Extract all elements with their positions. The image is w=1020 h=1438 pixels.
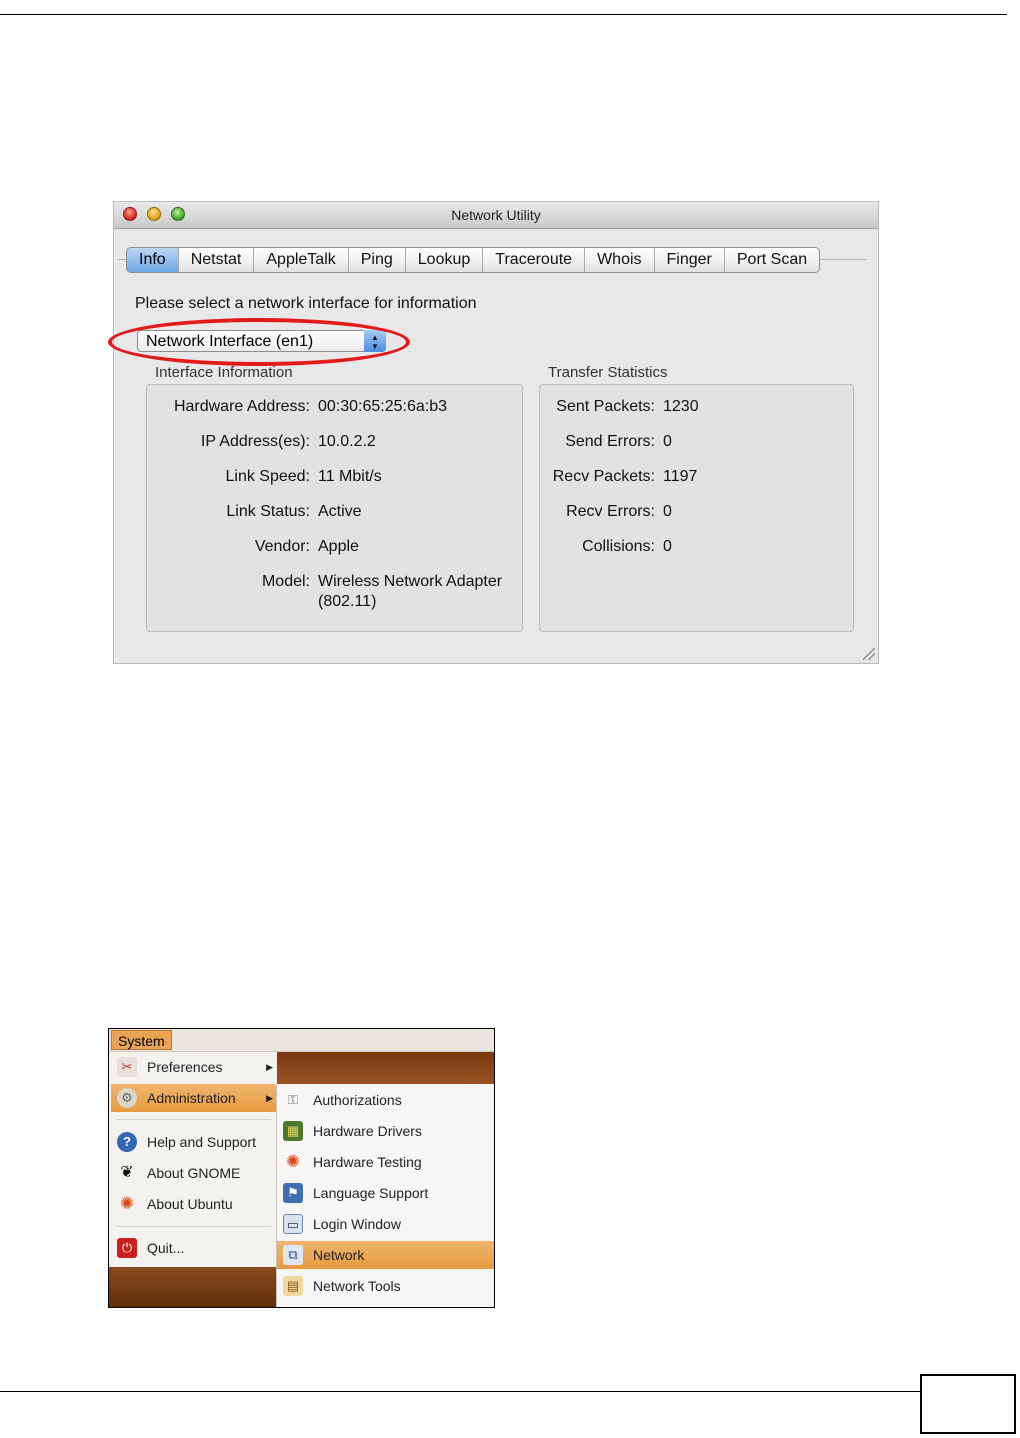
transfer-stats-title: Transfer Statistics <box>548 364 668 381</box>
menu-separator <box>117 1119 271 1120</box>
row-value-line2: (802.11) <box>318 593 377 610</box>
row-value: 1230 <box>663 398 699 415</box>
ubuntu-logo-icon: ✺ <box>119 1194 135 1213</box>
submenu-arrow-icon: ▶ <box>266 1062 273 1072</box>
row-value: 00:30:65:25:6a:b3 <box>318 398 448 415</box>
row-value: 10.0.2.2 <box>318 433 376 450</box>
menu-item-about-ubuntu[interactable]: ✺ About Ubuntu <box>111 1190 277 1218</box>
row-label: Link Speed: <box>225 468 310 485</box>
row-label: Vendor: <box>254 538 310 555</box>
menu-item-login-window[interactable]: ▭ Login Window <box>277 1210 494 1238</box>
network-tools-icon: ▤ <box>283 1276 303 1296</box>
menu-item-label: Hardware Testing <box>313 1154 422 1170</box>
row-label: IP Address(es): <box>200 433 310 450</box>
tab-info[interactable]: Info <box>127 248 179 272</box>
administration-icon: ⚙ <box>117 1088 137 1108</box>
ubuntu-system-menu: System ✂ Preferences ▶ ⚙ Administration … <box>108 1028 495 1308</box>
menu-item-language-support[interactable]: ⚑ Language Support <box>277 1179 494 1207</box>
menu-item-label: About GNOME <box>147 1165 241 1181</box>
administration-submenu: ⚿ Authorizations ▦ Hardware Drivers ✺ Ha… <box>276 1084 494 1307</box>
tab-traceroute[interactable]: Traceroute <box>483 248 586 272</box>
row-value: 0 <box>663 538 672 555</box>
menu-item-label: Network <box>313 1247 365 1263</box>
page-number-box <box>920 1374 1016 1434</box>
interface-info-title: Interface Information <box>155 364 293 381</box>
footer-rule <box>0 1391 920 1392</box>
row-label: Model: <box>261 573 310 590</box>
tab-finger[interactable]: Finger <box>655 248 725 272</box>
preferences-icon: ✂ <box>117 1057 137 1077</box>
menu-item-help-and-support[interactable]: ? Help and Support <box>111 1128 277 1156</box>
menu-item-label: About Ubuntu <box>147 1196 233 1212</box>
tab-lookup[interactable]: Lookup <box>406 248 484 272</box>
tab-port-scan[interactable]: Port Scan <box>725 248 819 272</box>
menu-item-quit[interactable]: ⏻ Quit... <box>111 1234 277 1262</box>
menu-item-label: Network Tools <box>313 1278 401 1294</box>
help-icon: ? <box>117 1132 137 1152</box>
desktop-background <box>277 1052 494 1084</box>
desktop-background-bottom <box>109 1267 277 1307</box>
interface-prompt: Please select a network interface for in… <box>135 295 477 312</box>
power-icon: ⏻ <box>117 1238 137 1258</box>
menu-item-label: Preferences <box>147 1059 223 1075</box>
keys-icon: ⚿ <box>288 1092 298 1107</box>
gnome-panel: System <box>109 1029 494 1052</box>
tab-ping[interactable]: Ping <box>349 248 406 272</box>
menu-item-label: Help and Support <box>147 1134 256 1150</box>
tab-netstat[interactable]: Netstat <box>179 248 255 272</box>
row-value: Wireless Network Adapter <box>318 573 503 590</box>
menu-item-label: Login Window <box>313 1216 401 1232</box>
system-menu-button[interactable]: System <box>111 1030 172 1050</box>
resize-grip-icon[interactable] <box>863 648 875 660</box>
title-bar: Network Utility <box>114 202 878 229</box>
header-rule <box>0 14 1007 15</box>
menu-item-hardware-testing[interactable]: ✺ Hardware Testing <box>277 1148 494 1176</box>
hardware-card-icon: ▦ <box>283 1121 303 1141</box>
tab-whois[interactable]: Whois <box>585 248 655 272</box>
menu-item-hardware-drivers[interactable]: ▦ Hardware Drivers <box>277 1117 494 1145</box>
row-label: Send Errors: <box>565 433 655 450</box>
menu-item-label: Hardware Drivers <box>313 1123 422 1139</box>
menu-item-network-tools[interactable]: ▤ Network Tools <box>277 1272 494 1300</box>
menu-item-administration[interactable]: ⚙ Administration ▶ <box>111 1084 277 1112</box>
ubuntu-logo-icon: ✺ <box>285 1152 301 1171</box>
menu-separator <box>117 1226 271 1227</box>
row-value: 1197 <box>663 468 698 485</box>
row-value: 0 <box>663 503 672 520</box>
row-value: 11 Mbit/s <box>318 468 382 485</box>
menu-item-preferences[interactable]: ✂ Preferences ▶ <box>111 1053 277 1081</box>
flag-icon: ⚑ <box>283 1183 303 1203</box>
row-label: Sent Packets: <box>556 398 655 415</box>
menu-item-network[interactable]: ⧉ Network <box>277 1241 494 1269</box>
network-icon: ⧉ <box>283 1245 303 1265</box>
row-label: Hardware Address: <box>173 398 310 415</box>
menu-item-label: Language Support <box>313 1185 429 1201</box>
row-value: Active <box>318 503 362 520</box>
gnome-foot-icon: ❦ <box>120 1164 134 1181</box>
network-utility-window: Network Utility Info Netstat AppleTalk P… <box>108 201 879 664</box>
row-value: 0 <box>663 433 672 450</box>
row-label: Collisions: <box>582 538 655 555</box>
menu-item-label: Authorizations <box>313 1092 402 1108</box>
menu-item-label: Administration <box>147 1090 236 1106</box>
login-window-icon: ▭ <box>283 1214 303 1234</box>
system-menu: ✂ Preferences ▶ ⚙ Administration ▶ ? Hel… <box>111 1052 277 1267</box>
menu-item-label: Quit... <box>147 1240 185 1256</box>
submenu-arrow-icon: ▶ <box>266 1093 273 1103</box>
menu-item-authorizations[interactable]: ⚿ Authorizations <box>277 1086 494 1114</box>
tab-appletalk[interactable]: AppleTalk <box>254 248 349 272</box>
highlight-oval <box>108 318 410 366</box>
row-label: Recv Errors: <box>566 503 655 520</box>
row-label: Recv Packets: <box>552 468 655 485</box>
row-label: Link Status: <box>226 503 310 520</box>
menu-item-about-gnome[interactable]: ❦ About GNOME <box>111 1159 277 1187</box>
tab-bar: Info Netstat AppleTalk Ping Lookup Trace… <box>126 247 821 273</box>
row-value: Apple <box>318 538 359 555</box>
window-title: Network Utility <box>451 207 541 223</box>
